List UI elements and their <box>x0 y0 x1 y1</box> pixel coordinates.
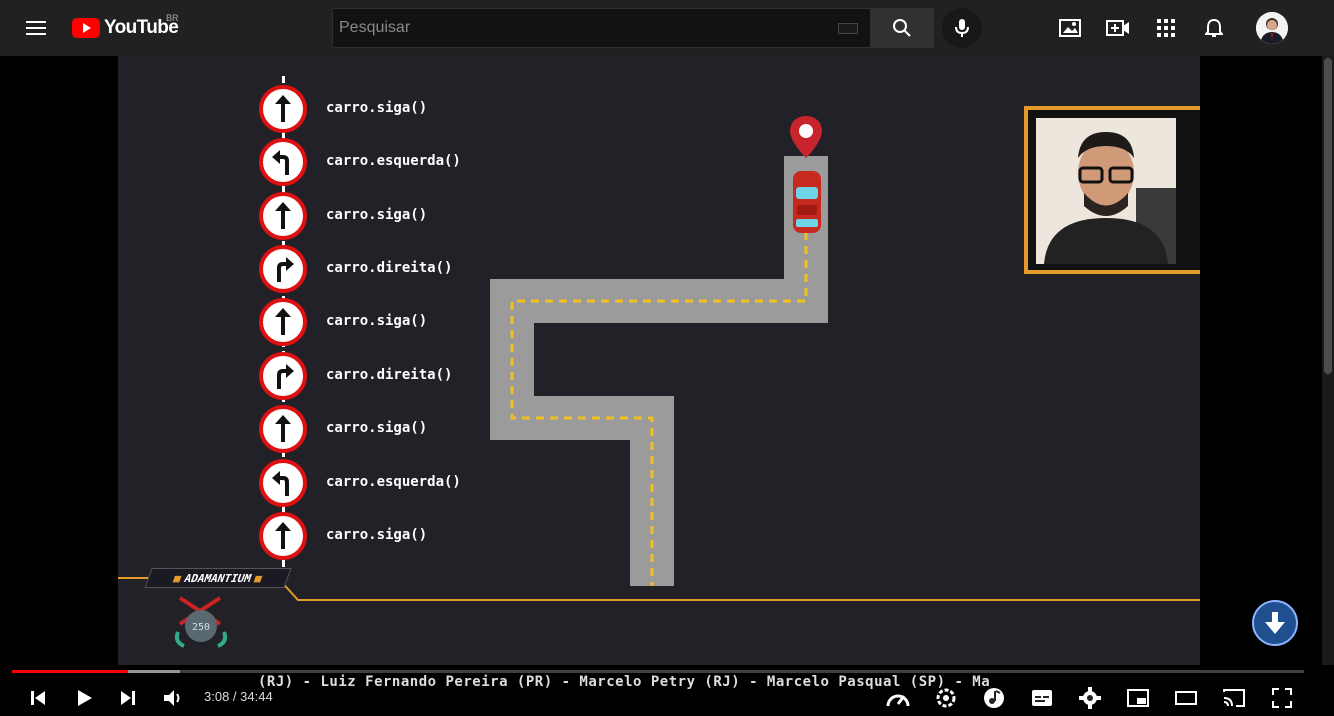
badge-number: 250 <box>192 622 210 633</box>
fullscreen-icon <box>1272 688 1292 708</box>
search-input[interactable] <box>333 19 823 37</box>
banner-label: ADAMANTIUM <box>182 571 254 585</box>
progress-played <box>12 670 129 673</box>
up-arrow-icon <box>275 522 291 549</box>
code-line: carro.siga() <box>326 100 428 116</box>
youtube-logo[interactable]: YouTube <box>72 16 179 40</box>
traffic-sign-left-turn-arrow <box>259 138 307 186</box>
code-line: carro.esquerda() <box>326 153 461 169</box>
code-line: carro.direita() <box>326 260 453 276</box>
previous-icon <box>31 691 45 705</box>
fullscreen-button[interactable] <box>1264 680 1300 716</box>
traffic-sign-up-arrow <box>259 512 307 560</box>
right-turn-arrow-icon <box>277 257 294 282</box>
cast-icon <box>1223 689 1245 707</box>
mic-icon <box>955 19 969 37</box>
map-pin-icon <box>790 116 822 158</box>
badge-icon: 250 <box>174 596 228 648</box>
traffic-sign-up-arrow <box>259 192 307 240</box>
download-arrow-icon <box>1265 612 1285 634</box>
code-line: carro.siga() <box>326 313 428 329</box>
miniplayer-icon <box>1127 689 1149 707</box>
adamantium-banner: ■ ADAMANTIUM ■ <box>144 568 292 588</box>
scrollbar-thumb[interactable] <box>1324 58 1332 374</box>
speedometer-icon <box>886 694 910 707</box>
up-arrow-icon <box>275 95 291 122</box>
next-icon <box>121 691 135 705</box>
up-arrow-icon <box>275 202 291 229</box>
keyboard-icon[interactable] <box>838 23 858 34</box>
traffic-sign-up-arrow <box>259 405 307 453</box>
progress-buffered <box>128 670 180 673</box>
car-icon <box>793 171 821 233</box>
music-note-icon <box>984 688 1004 708</box>
avatar[interactable] <box>1256 12 1288 44</box>
next-button[interactable] <box>110 680 146 716</box>
traffic-sign-left-turn-arrow <box>259 459 307 507</box>
road-path <box>490 156 828 586</box>
cast-button[interactable] <box>1216 680 1252 716</box>
create-video-icon[interactable] <box>1098 8 1138 48</box>
youtube-play-logo-icon <box>72 18 100 38</box>
miniplayer-button[interactable] <box>1120 680 1156 716</box>
video-player[interactable]: carro.siga() carro.esquerda() carro.siga()… <box>0 56 1322 709</box>
traffic-sign-up-arrow <box>259 85 307 133</box>
ticker-text: (RJ) - Luiz Fernando Pereira (PR) - Marc… <box>258 674 991 690</box>
subtitles-icon <box>1032 690 1052 706</box>
video-frame[interactable]: carro.siga() carro.esquerda() carro.siga()… <box>118 56 1200 665</box>
up-arrow-icon <box>275 308 291 335</box>
theater-icon <box>1175 691 1197 705</box>
apps-grid-icon[interactable] <box>1146 8 1186 48</box>
left-turn-arrow-icon <box>272 150 289 175</box>
theater-mode-button[interactable] <box>1168 680 1204 716</box>
code-line: carro.direita() <box>326 367 453 383</box>
up-arrow-icon <box>275 415 291 442</box>
playback-speed-button[interactable] <box>880 680 916 716</box>
traffic-sign-right-turn-arrow <box>259 245 307 293</box>
subtitles-button[interactable] <box>1024 680 1060 716</box>
previous-button[interactable] <box>20 680 56 716</box>
settings-button[interactable] <box>1072 680 1108 716</box>
right-turn-arrow-icon <box>277 364 294 389</box>
image-icon[interactable] <box>1050 8 1090 48</box>
code-line: carro.siga() <box>326 420 428 436</box>
code-line: carro.esquerda() <box>326 474 461 490</box>
notifications-bell-icon[interactable] <box>1194 8 1234 48</box>
volume-button[interactable] <box>156 680 192 716</box>
voice-search-button[interactable] <box>942 8 982 48</box>
search-icon <box>893 19 911 37</box>
presenter-image <box>1036 118 1176 264</box>
volume-icon <box>164 690 180 706</box>
search-box[interactable] <box>332 8 871 48</box>
traffic-sign-up-arrow <box>259 298 307 346</box>
download-overlay-button[interactable] <box>1252 600 1298 646</box>
time-display: 3:08 / 34:44 <box>204 689 273 704</box>
code-line: carro.siga() <box>326 527 428 543</box>
gear-icon <box>1079 687 1101 709</box>
progress-bar[interactable] <box>12 670 1304 673</box>
search-button[interactable] <box>870 8 934 48</box>
quality-gear-button[interactable] <box>928 680 964 716</box>
play-button[interactable] <box>66 680 102 716</box>
music-button[interactable] <box>976 680 1012 716</box>
code-line: carro.siga() <box>326 207 428 223</box>
play-icon <box>78 690 92 706</box>
gear-outline-icon <box>936 688 956 708</box>
left-turn-arrow-icon <box>272 471 289 496</box>
webcam-overlay <box>1024 106 1200 274</box>
masthead: YouTube BR <box>0 0 1334 56</box>
country-code: BR <box>166 13 179 23</box>
menu-icon[interactable] <box>16 8 56 48</box>
traffic-sign-right-turn-arrow <box>259 352 307 400</box>
